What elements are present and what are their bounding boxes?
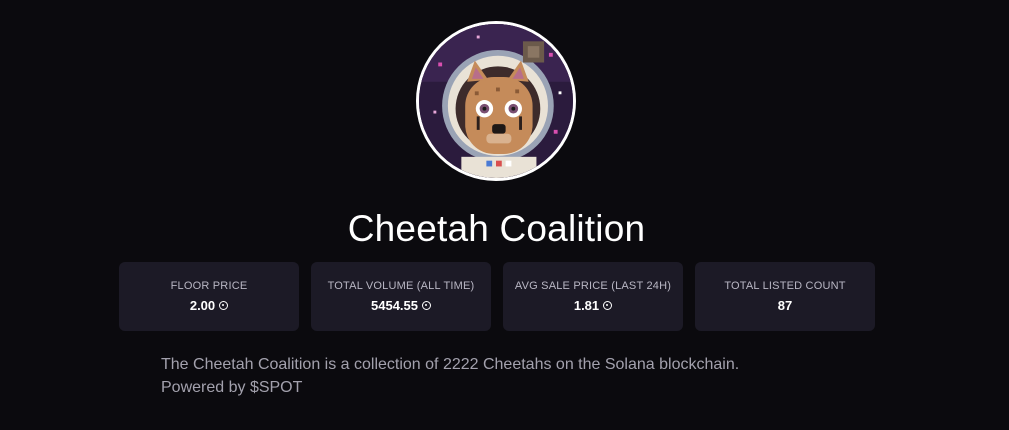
solana-icon [219, 301, 229, 310]
stat-value: 1.81 [573, 298, 600, 313]
cheetah-astronaut-image [419, 24, 573, 178]
stat-card-total-volume: TOTAL VOLUME (ALL TIME) 5454.55 [311, 262, 491, 331]
collection-title: Cheetah Coalition [347, 208, 646, 249]
stat-card-total-listed-count: TOTAL LISTED COUNT 87 [695, 262, 875, 331]
stat-label: TOTAL LISTED COUNT [724, 280, 846, 292]
stat-value-row: 5454.55 [321, 298, 481, 313]
stat-value-row: 1.81 [513, 298, 673, 313]
stat-value-row: 2.00 [129, 298, 289, 313]
collection-avatar [416, 21, 576, 181]
stat-value: 5454.55 [371, 298, 418, 313]
stat-label: FLOOR PRICE [170, 280, 248, 292]
stat-value-row: 87 [705, 298, 865, 313]
stat-value: 2.00 [189, 298, 216, 313]
stat-label: TOTAL VOLUME (ALL TIME) [327, 280, 475, 292]
stat-label: AVG SALE PRICE (LAST 24H) [514, 280, 672, 292]
solana-icon [422, 301, 431, 310]
description-line: The Cheetah Coalition is a collection of… [161, 356, 740, 373]
stats-row: FLOOR PRICE 2.00 TOTAL VOLUME (ALL TIME)… [119, 262, 875, 331]
stat-value: 87 [777, 298, 793, 313]
stat-card-avg-sale-price: AVG SALE PRICE (LAST 24H) 1.81 [503, 262, 683, 331]
collection-page: Cheetah Coalition FLOOR PRICE 2.00 TOTAL… [0, 0, 1009, 430]
solana-icon [603, 301, 613, 310]
collection-description: The Cheetah Coalition is a collection of… [161, 353, 861, 399]
description-line: Powered by $SPOT [161, 379, 303, 396]
stat-card-floor-price: FLOOR PRICE 2.00 [119, 262, 299, 331]
